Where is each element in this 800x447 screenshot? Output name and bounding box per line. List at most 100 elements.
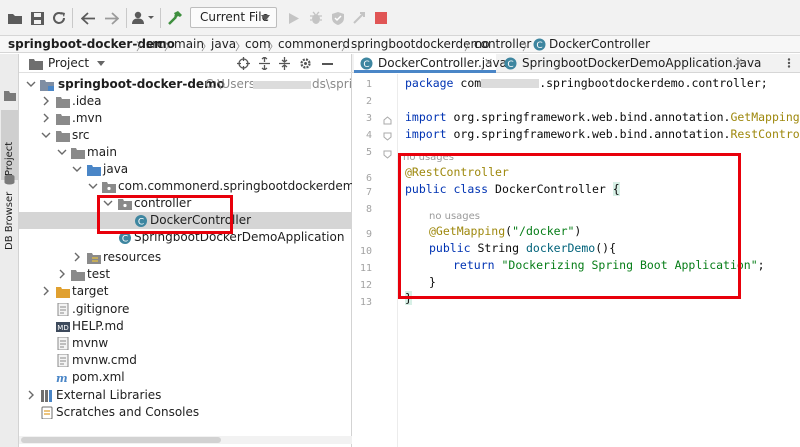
tree-label: java: [103, 162, 129, 176]
tree-row[interactable]: java: [19, 161, 352, 178]
folder-icon: [71, 148, 85, 159]
user-icon[interactable]: [130, 8, 156, 28]
project-view-selector[interactable]: Project: [48, 56, 89, 70]
tree-row[interactable]: main: [19, 144, 352, 161]
tree-label: mvnw: [72, 336, 109, 350]
line-number: 13: [359, 297, 372, 308]
fold-icon[interactable]: [383, 150, 392, 159]
tree-row[interactable]: MD HELP.md: [19, 318, 352, 335]
code-keyword: package: [405, 76, 454, 90]
code-line[interactable]: import org.springframework.web.bind.anno…: [405, 127, 800, 141]
tree-row[interactable]: m pom.xml: [19, 369, 352, 386]
horizontal-scrollbar[interactable]: [19, 436, 352, 444]
toolbar-separator: [126, 8, 127, 28]
line-number: 7: [365, 187, 372, 198]
tree-row[interactable]: src: [19, 127, 352, 144]
tree-row[interactable]: target: [19, 283, 352, 300]
toolbar-separator: [160, 8, 161, 28]
tab-db-browser[interactable]: DB Browser: [1, 182, 18, 252]
code-annotation-name: GetMapping: [730, 110, 800, 124]
stop-icon[interactable]: [372, 8, 390, 28]
tree-label: pom.xml: [72, 370, 125, 384]
java-class-icon: C: [533, 38, 546, 51]
excluded-folder-icon: [56, 287, 70, 298]
tree-label: .mvn: [72, 111, 103, 125]
attach-icon[interactable]: [350, 8, 368, 28]
tab-application[interactable]: C SpringbootDockerDemoApplication.java ✕: [498, 54, 761, 73]
gear-icon[interactable]: [299, 57, 312, 70]
chevron-right-icon: [43, 286, 49, 296]
tree-label: .idea: [72, 94, 102, 108]
run-config-dropdown[interactable]: Current File: [190, 7, 277, 28]
tree-row[interactable]: .gitignore: [19, 301, 352, 318]
tab-project[interactable]: Project: [1, 110, 18, 180]
back-icon[interactable]: [78, 8, 98, 28]
breadcrumb-item[interactable]: DockerController: [549, 36, 650, 52]
tree-row[interactable]: com.commonerd.springbootdockerdemo: [19, 178, 362, 195]
maven-icon: m: [56, 372, 68, 384]
tool-window-strip: Project DB Browser: [0, 54, 19, 447]
forward-icon[interactable]: [101, 8, 121, 28]
save-icon[interactable]: [27, 8, 47, 28]
hide-icon[interactable]: [322, 63, 333, 65]
tree-row[interactable]: .idea: [19, 93, 352, 110]
collapse-all-icon[interactable]: [278, 57, 291, 70]
code-editor: C DockerController.java ✕ C SpringbootDo…: [352, 54, 800, 447]
breadcrumb-item[interactable]: com: [245, 36, 271, 52]
tab-label: SpringbootDockerDemoApplication.java: [522, 56, 762, 70]
debug-icon[interactable]: [307, 8, 325, 28]
expand-all-icon[interactable]: [258, 57, 271, 70]
folder-icon: [56, 114, 70, 125]
chevron-right-icon: [43, 113, 49, 123]
tree-row[interactable]: mvnw.cmd: [19, 352, 352, 369]
tree-row-root[interactable]: springboot-docker-demo C:\Users ds\sprin…: [19, 76, 371, 93]
main-toolbar: Current File: [0, 0, 800, 36]
code-line[interactable]: import org.springframework.web.bind.anno…: [405, 110, 800, 124]
database-icon: [4, 174, 15, 185]
tree-row[interactable]: External Libraries: [19, 387, 352, 404]
breadcrumb-item[interactable]: main: [174, 36, 204, 52]
folder-icon: [56, 97, 70, 108]
more-tabs-icon[interactable]: [784, 58, 794, 68]
chevron-down-icon: [88, 183, 98, 189]
scratches-icon: [41, 406, 53, 419]
toolbar-separator: [72, 8, 73, 28]
tree-label: HELP.md: [72, 319, 124, 333]
sync-icon[interactable]: [49, 8, 69, 28]
tree-label: .gitignore: [72, 302, 130, 316]
tree-row[interactable]: .mvn: [19, 110, 352, 127]
breadcrumb-item[interactable]: src: [146, 36, 164, 52]
redacted-path: [253, 81, 311, 89]
breadcrumb-item[interactable]: java: [211, 36, 236, 52]
build-hammer-icon[interactable]: [165, 8, 185, 28]
tree-row[interactable]: mvnw: [19, 335, 352, 352]
tree-label: target: [72, 284, 109, 298]
breadcrumb-item[interactable]: commonerd: [278, 36, 350, 52]
tree-label: resources: [103, 250, 162, 264]
close-icon[interactable]: ✕: [734, 54, 743, 72]
open-folder-icon[interactable]: [5, 8, 25, 28]
chevron-down-icon[interactable]: [97, 61, 105, 66]
tree-row[interactable]: test: [19, 266, 352, 283]
line-number: 1: [365, 79, 372, 90]
tree-row[interactable]: Scratches and Consoles: [19, 404, 352, 421]
line-number: 5: [365, 147, 372, 158]
breadcrumb-separator: 〉: [522, 40, 533, 53]
scrollbar-thumb[interactable]: [21, 437, 221, 443]
editor-tab-bar: C DockerController.java ✕ C SpringbootDo…: [352, 54, 800, 73]
chevron-down-icon: [41, 132, 51, 138]
tree-label: src: [72, 128, 90, 142]
tab-docker-controller[interactable]: C DockerController.java ✕: [354, 54, 507, 73]
run-icon[interactable]: [285, 8, 303, 28]
code-keyword: import: [405, 110, 447, 124]
fold-icon[interactable]: [383, 132, 392, 141]
fold-icon[interactable]: [383, 116, 392, 125]
coverage-icon[interactable]: [329, 8, 347, 28]
svg-text:C: C: [122, 235, 128, 245]
close-icon[interactable]: ✕: [484, 54, 493, 72]
locate-icon[interactable]: [237, 57, 250, 70]
tree-label: com.commonerd.springbootdockerdemo: [118, 179, 362, 193]
code-line[interactable]: package com .springbootdockerdemo.control…: [405, 76, 768, 90]
tree-row[interactable]: resources: [19, 249, 352, 266]
code-text: org.springframework.web.bind.annotation.: [453, 127, 731, 141]
